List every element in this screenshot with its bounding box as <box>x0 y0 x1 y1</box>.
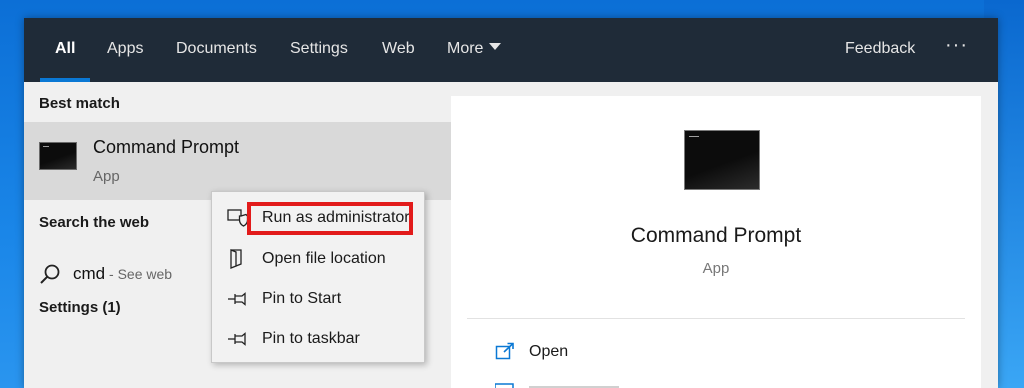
settings-heading[interactable]: Settings (1) <box>39 299 121 316</box>
search-web-heading: Search the web <box>39 214 150 231</box>
command-prompt-icon <box>684 130 760 190</box>
search-tabs-bar: All Apps Documents Settings Web More Fee… <box>24 18 998 82</box>
open-file-location-label: Open file location <box>262 250 386 267</box>
preview-pane: Command Prompt App Open <box>451 96 981 388</box>
context-menu: Run as administrator Open file location … <box>211 191 425 363</box>
next-action-icon <box>495 383 619 388</box>
web-query-suffix: - See web <box>105 266 173 282</box>
search-panel: All Apps Documents Settings Web More Fee… <box>24 18 998 388</box>
pin-to-taskbar-item[interactable]: Pin to taskbar <box>212 320 424 356</box>
open-action-label: Open <box>529 343 569 360</box>
more-options-icon[interactable]: ··· <box>945 34 968 57</box>
pin-to-taskbar-label: Pin to taskbar <box>262 330 360 347</box>
tab-more-label: More <box>447 40 484 57</box>
tab-settings[interactable]: Settings <box>290 40 348 58</box>
web-query: cmd <box>73 264 106 283</box>
file-location-icon <box>230 249 242 269</box>
shield-icon <box>227 209 249 227</box>
tab-more[interactable]: More <box>447 40 502 58</box>
best-match-heading: Best match <box>39 95 120 112</box>
best-match-subtitle: App <box>93 168 120 185</box>
highlight-annotation <box>247 202 413 235</box>
feedback-button[interactable]: Feedback <box>845 40 915 58</box>
pin-icon <box>228 292 246 306</box>
pin-icon <box>228 332 246 346</box>
divider <box>467 318 965 319</box>
search-icon <box>40 264 60 284</box>
caret-down-icon <box>489 43 502 51</box>
tab-apps[interactable]: Apps <box>107 40 143 58</box>
preview-subtitle: App <box>702 260 730 277</box>
pin-to-start-item[interactable]: Pin to Start <box>212 280 424 316</box>
pin-to-start-label: Pin to Start <box>262 290 342 307</box>
best-match-title: Command Prompt <box>93 137 240 157</box>
tab-web[interactable]: Web <box>382 40 415 58</box>
best-match-item[interactable]: Command Prompt App <box>24 122 451 200</box>
tab-documents[interactable]: Documents <box>176 40 257 58</box>
tab-all[interactable]: All <box>55 40 75 58</box>
preview-title: Command Prompt <box>630 224 802 247</box>
open-icon <box>495 342 514 360</box>
open-file-location-item[interactable]: Open file location <box>212 240 424 276</box>
command-prompt-icon <box>39 142 77 170</box>
